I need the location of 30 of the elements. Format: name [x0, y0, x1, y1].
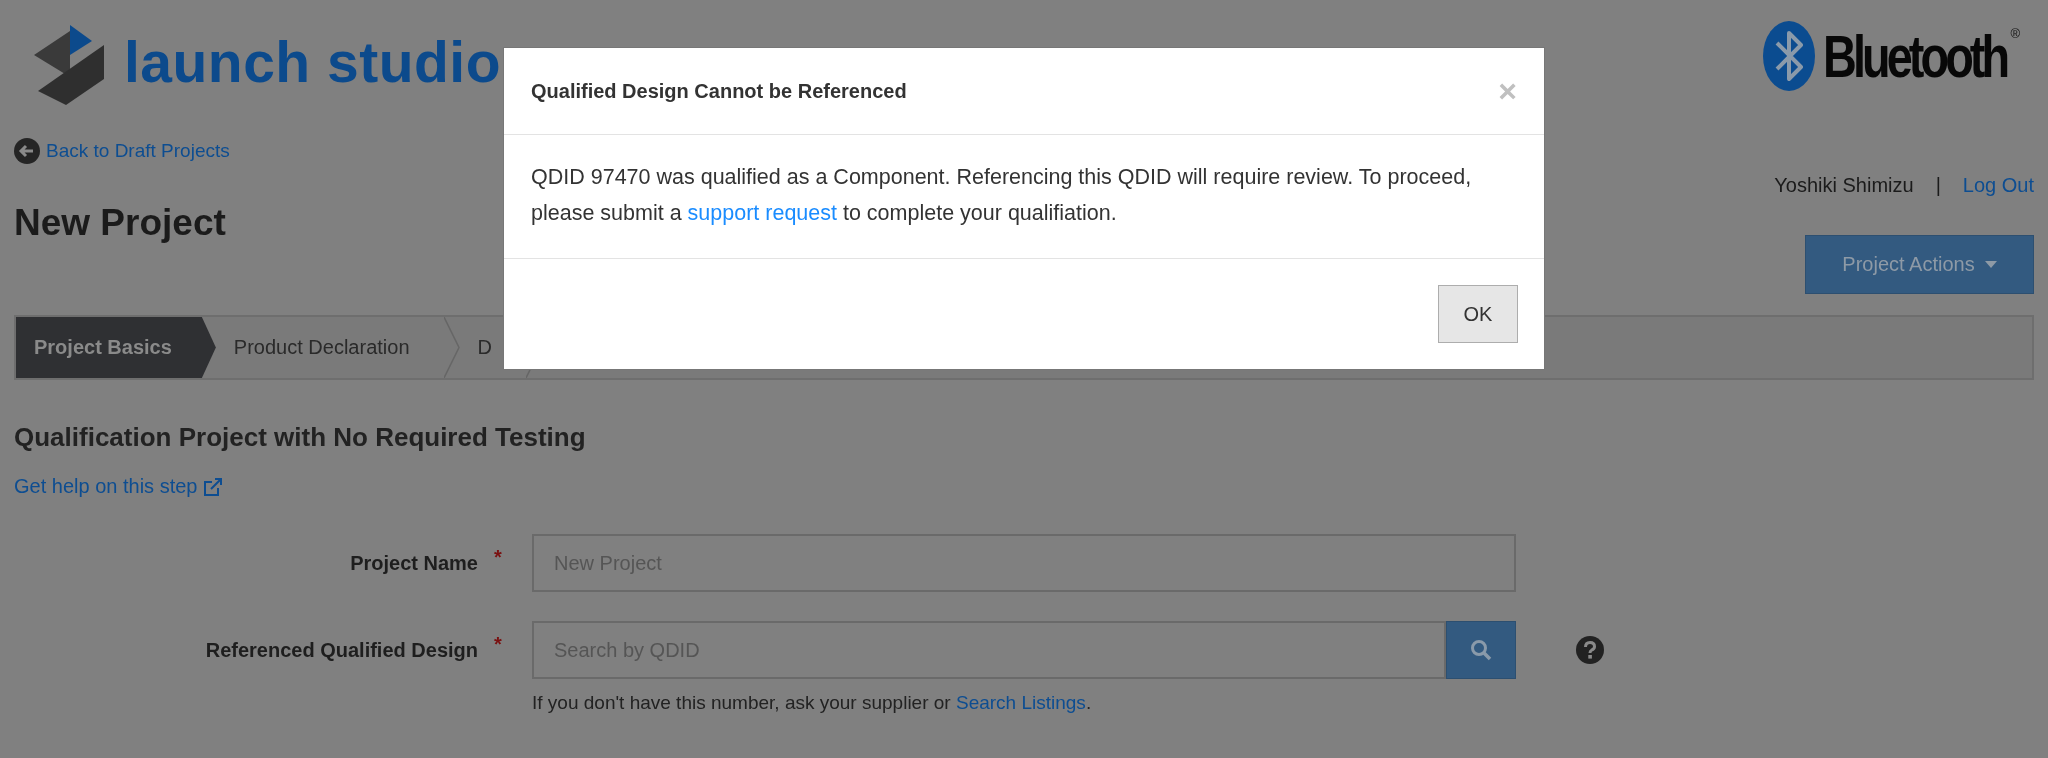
search-listings-link[interactable]: Search Listings [955, 692, 1086, 713]
search-button[interactable] [1446, 621, 1516, 679]
field-label: Project Name [349, 551, 478, 575]
required-mark: * [493, 546, 503, 569]
search-icon [1470, 639, 1492, 661]
registered-mark: ® [2010, 26, 2020, 41]
user-name: Yoshiki Shimizu [1774, 174, 1914, 197]
close-button[interactable]: × [1498, 75, 1517, 107]
step-tab[interactable]: Project Basics [16, 317, 216, 378]
help-link[interactable]: Get help on this step [14, 475, 224, 498]
field-label: Referenced Qualified Design [204, 638, 478, 662]
support-request-link[interactable]: support request [687, 201, 837, 225]
project-actions-button[interactable]: Project Actions [1805, 235, 2034, 294]
brand-text: Bluetooth [1823, 21, 2007, 91]
logo-text: launch studio [124, 29, 501, 95]
dialog-title: Qualified Design Cannot be Referenced [531, 79, 907, 103]
page-title: New Project [14, 202, 226, 244]
step-tab[interactable]: Product Declaration [215, 317, 444, 378]
bluetooth-icon [1763, 21, 1816, 91]
back-link[interactable]: Back to Draft Projects [46, 140, 230, 162]
hint-text: If you don't have this number, ask your supplier or Search Listings. [532, 692, 1093, 714]
logout-link[interactable]: Log Out [1962, 174, 2034, 197]
ok-button[interactable]: OK [1438, 285, 1518, 343]
separator: | [1935, 174, 1941, 197]
external-link-icon [203, 476, 224, 497]
section-title: Qualification Project with No Required Testing [14, 422, 587, 453]
dialog-message: QDID 97470 was qualified as a Component. Referencing this QDID will require review. To proceed, please submit a support request to complete your qualifiation. [504, 135, 1544, 259]
required-mark: * [493, 633, 503, 656]
help-icon[interactable] [1576, 636, 1604, 664]
caret-icon [1984, 261, 1997, 268]
